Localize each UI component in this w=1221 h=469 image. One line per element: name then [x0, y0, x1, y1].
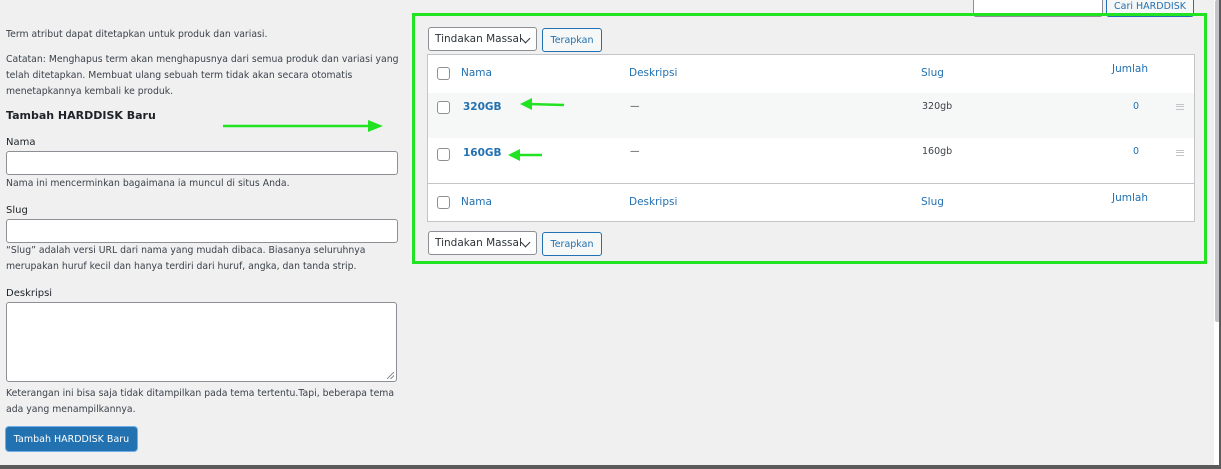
drag-handle-icon[interactable]: [1176, 150, 1184, 156]
chevron-down-icon: [520, 237, 531, 248]
term-name-link[interactable]: 320GB: [463, 101, 502, 113]
bulk-action-select-top[interactable]: Tindakan Massal: [428, 27, 537, 51]
term-slug: 320gb: [922, 101, 953, 112]
term-description: —: [630, 101, 640, 112]
annotation-arrow-left-icon: [508, 149, 542, 161]
chevron-down-icon: [520, 33, 531, 44]
name-label: Nama: [6, 137, 36, 148]
row-checkbox[interactable]: [437, 101, 450, 114]
terms-table: Nama Deskripsi Slug Jumlah 320GB — 320gb…: [427, 54, 1195, 222]
column-header-description: Deskripsi: [629, 67, 678, 79]
select-all-checkbox[interactable]: [437, 67, 450, 80]
annotation-arrow-left-icon: [520, 98, 565, 110]
add-term-button[interactable]: Tambah HARDDISK Baru: [6, 427, 137, 451]
description-help-text: Keterangan ini bisa saja tidak ditampilk…: [6, 388, 395, 415]
term-count-link[interactable]: 0: [1133, 101, 1139, 112]
slug-label: Slug: [6, 205, 28, 216]
table-footer-row: Nama Deskripsi Slug Jumlah: [428, 183, 1194, 222]
select-all-checkbox-footer[interactable]: [437, 196, 450, 209]
annotation-arrow-right-icon: [223, 120, 383, 132]
footer-header-name[interactable]: Nama: [461, 196, 492, 208]
bulk-action-selected: Tindakan Massal: [435, 33, 522, 45]
column-header-slug[interactable]: Slug: [921, 67, 944, 79]
term-count-link[interactable]: 0: [1133, 146, 1139, 157]
window-bottom-edge: [0, 465, 1221, 469]
resize-grip-icon[interactable]: [387, 372, 394, 379]
slug-help-text: “Slug” adalah versi URL dari nama yang m…: [6, 245, 366, 272]
footer-header-slug[interactable]: Slug: [921, 196, 944, 208]
slug-input[interactable]: [6, 219, 398, 243]
footer-header-description: Deskripsi: [629, 196, 678, 208]
description-textarea[interactable]: [6, 302, 397, 382]
term-description: —: [630, 146, 640, 157]
footer-header-count[interactable]: Jumlah: [1112, 192, 1148, 204]
table-header-row: Nama Deskripsi Slug Jumlah: [428, 55, 1194, 94]
add-term-heading: Tambah HARDDISK Baru: [6, 109, 156, 122]
apply-button-top[interactable]: Terapkan: [542, 28, 602, 52]
column-header-count[interactable]: Jumlah: [1112, 63, 1148, 75]
name-help-text: Nama ini mencerminkan bagaimana ia muncu…: [6, 178, 290, 189]
apply-button-bottom[interactable]: Terapkan: [542, 232, 602, 256]
column-header-name[interactable]: Nama: [461, 67, 492, 79]
intro-text: Term atribut dapat ditetapkan untuk prod…: [6, 29, 268, 40]
name-input[interactable]: [6, 151, 398, 175]
term-name-link[interactable]: 160GB: [463, 147, 502, 159]
bulk-action-selected: Tindakan Massal: [435, 237, 522, 249]
row-checkbox[interactable]: [437, 148, 450, 161]
description-label: Deskripsi: [6, 288, 53, 299]
bulk-action-select-bottom[interactable]: Tindakan Massal: [428, 231, 537, 255]
drag-handle-icon[interactable]: [1176, 104, 1184, 110]
note-text: Catatan: Menghapus term akan menghapusny…: [6, 54, 399, 97]
term-slug: 160gb: [922, 146, 953, 157]
